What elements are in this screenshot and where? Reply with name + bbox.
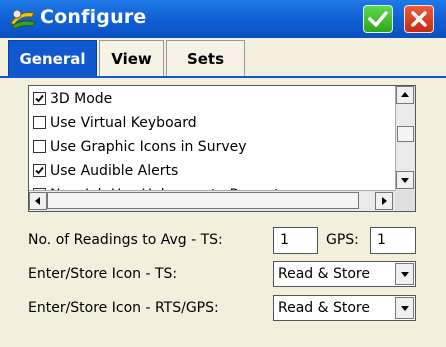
close-button[interactable] — [404, 5, 434, 33]
enter-store-ts-label: Enter/Store Icon - TS: — [28, 266, 178, 282]
options-list[interactable]: 3D Mode Use Virtual Keyboard Use Graphic… — [28, 85, 416, 212]
option-label: Use Graphic Icons in Survey — [50, 139, 247, 155]
select-value: Read & Store — [278, 300, 370, 316]
checkbox-checked[interactable] — [33, 92, 46, 105]
configure-window: Configure General View Sets 3D Mode Use … — [0, 0, 446, 347]
tab-view[interactable]: View — [99, 40, 164, 76]
close-icon — [411, 11, 427, 27]
tab-underline — [0, 76, 446, 78]
checkmark-icon — [368, 11, 388, 27]
enter-store-ts-select[interactable]: Read & Store — [273, 261, 416, 287]
scrollbar-corner — [395, 190, 415, 211]
scroll-up-button[interactable] — [396, 86, 414, 104]
gps-label: GPS: — [326, 232, 359, 248]
enter-store-rts-label: Enter/Store Icon - RTS/GPS: — [28, 300, 219, 316]
arrow-left-icon — [35, 197, 40, 205]
checkbox-unchecked[interactable] — [33, 116, 46, 129]
option-label: 3D Mode — [50, 91, 113, 107]
enter-store-rts-select[interactable]: Read & Store — [273, 295, 416, 321]
horizontal-scrollbar[interactable] — [29, 190, 395, 211]
tab-general[interactable]: General — [8, 40, 97, 76]
scroll-down-button[interactable] — [396, 171, 414, 189]
arrow-right-icon — [382, 197, 387, 205]
checkbox-checked[interactable] — [33, 164, 46, 177]
ok-button[interactable] — [363, 5, 393, 33]
vertical-scroll-thumb[interactable] — [397, 126, 414, 142]
option-label: Use Audible Alerts — [50, 163, 179, 179]
checkmark-icon — [35, 166, 44, 175]
vertical-scrollbar[interactable] — [395, 86, 415, 190]
chevron-down-icon — [401, 272, 409, 277]
arrow-down-icon — [401, 178, 409, 183]
checkmark-icon — [35, 94, 44, 103]
tab-bar: General View Sets — [0, 40, 446, 77]
arrow-up-icon — [401, 92, 409, 97]
select-value: Read & Store — [278, 266, 370, 282]
title-bar: Configure — [0, 0, 446, 38]
horizontal-scroll-thumb[interactable] — [47, 192, 359, 209]
option-label: Use Virtual Keyboard — [50, 115, 197, 131]
tab-sets[interactable]: Sets — [166, 40, 245, 76]
dropdown-button[interactable] — [395, 263, 414, 285]
chevron-down-icon — [401, 306, 409, 311]
scroll-left-button[interactable] — [29, 192, 47, 210]
dropdown-button[interactable] — [395, 297, 414, 319]
checkbox-unchecked[interactable] — [33, 140, 46, 153]
scroll-right-button[interactable] — [375, 192, 393, 210]
readings-label: No. of Readings to Avg - TS: — [28, 232, 223, 248]
gps-readings-input[interactable]: 1 — [370, 227, 416, 254]
ts-readings-input[interactable]: 1 — [273, 227, 318, 254]
app-logo-icon — [8, 5, 38, 33]
window-title: Configure — [40, 6, 147, 28]
